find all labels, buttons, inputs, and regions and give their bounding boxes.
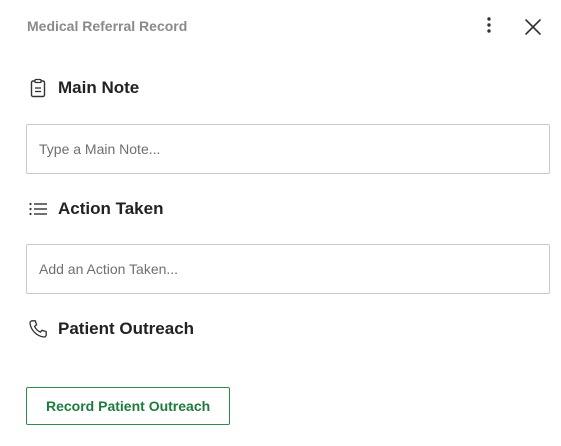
action-taken-input[interactable] <box>26 244 550 294</box>
close-button[interactable] <box>521 14 545 38</box>
referral-record-panel: Medical Referral Record Main Note Type a… <box>0 0 561 446</box>
header-actions <box>477 14 545 38</box>
action-taken-label: Action Taken <box>58 199 164 218</box>
main-note-label: Main Note <box>58 78 140 97</box>
close-icon <box>525 19 541 35</box>
patient-outreach-label: Patient Outreach <box>58 319 195 338</box>
more-options-button[interactable] <box>477 14 501 38</box>
main-note-header: Main Note <box>28 78 139 98</box>
patient-outreach-header: Patient Outreach <box>28 319 194 339</box>
phone-icon <box>28 319 48 339</box>
action-taken-header: Action Taken <box>28 199 163 219</box>
list-icon <box>28 199 48 219</box>
clipboard-icon <box>28 78 48 98</box>
panel-title: Medical Referral Record <box>27 18 188 34</box>
main-note-input[interactable] <box>26 124 550 174</box>
vertical-dots-icon <box>487 17 491 33</box>
record-patient-outreach-button[interactable]: Record Patient Outreach <box>26 387 231 425</box>
